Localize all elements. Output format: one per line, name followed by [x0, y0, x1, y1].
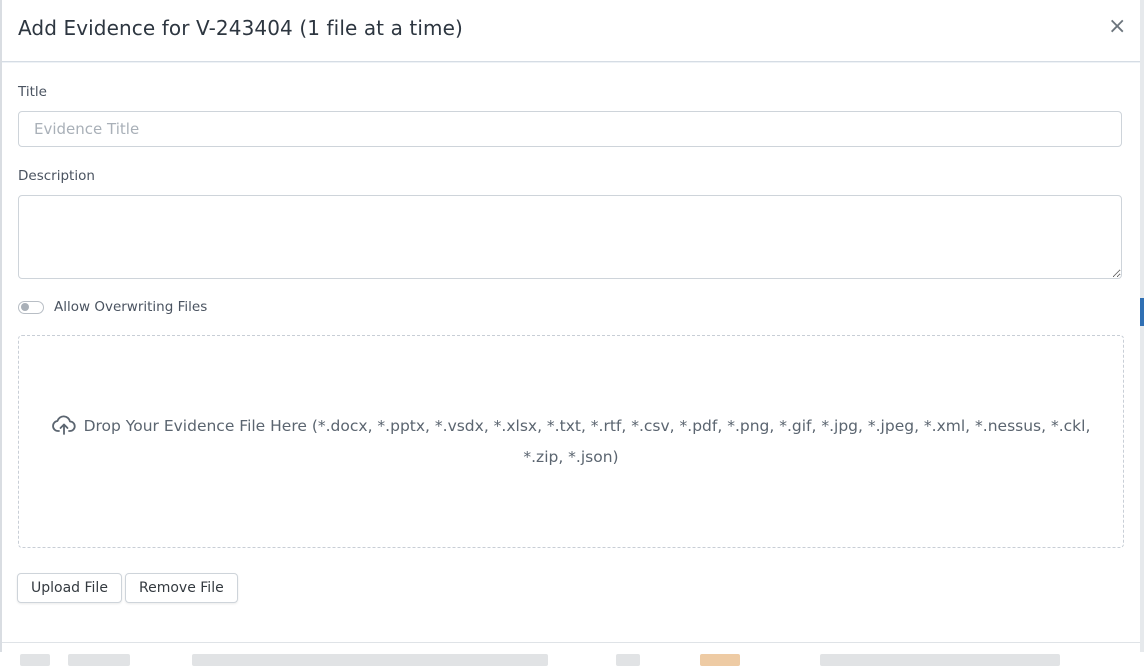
dropzone-content: Drop Your Evidence File Here (*.docx, *.… — [51, 413, 1091, 470]
toggle-knob — [21, 303, 29, 311]
background-table-row — [0, 652, 1144, 670]
title-label: Title — [18, 84, 47, 100]
close-icon[interactable]: × — [1108, 16, 1126, 38]
description-textarea[interactable] — [18, 195, 1122, 279]
background-accent-bar — [1140, 298, 1144, 326]
remove-file-button[interactable]: Remove File — [125, 573, 238, 603]
modal-header: Add Evidence for V-243404 (1 file at a t… — [2, 0, 1140, 62]
cloud-upload-icon — [51, 414, 76, 444]
add-evidence-modal: Add Evidence for V-243404 (1 file at a t… — [2, 0, 1140, 643]
background-app-edge-right — [1140, 0, 1144, 670]
modal-title: Add Evidence for V-243404 (1 file at a t… — [18, 16, 463, 40]
dropzone-text: Drop Your Evidence File Here (*.docx, *.… — [83, 417, 1091, 466]
allow-overwrite-label: Allow Overwriting Files — [54, 299, 208, 315]
evidence-title-input[interactable] — [18, 111, 1122, 147]
file-dropzone[interactable]: Drop Your Evidence File Here (*.docx, *.… — [18, 335, 1124, 548]
allow-overwrite-toggle[interactable] — [18, 300, 44, 314]
description-label: Description — [18, 168, 95, 184]
overwrite-toggle-row: Allow Overwriting Files — [18, 297, 207, 317]
upload-file-button[interactable]: Upload File — [17, 573, 122, 603]
